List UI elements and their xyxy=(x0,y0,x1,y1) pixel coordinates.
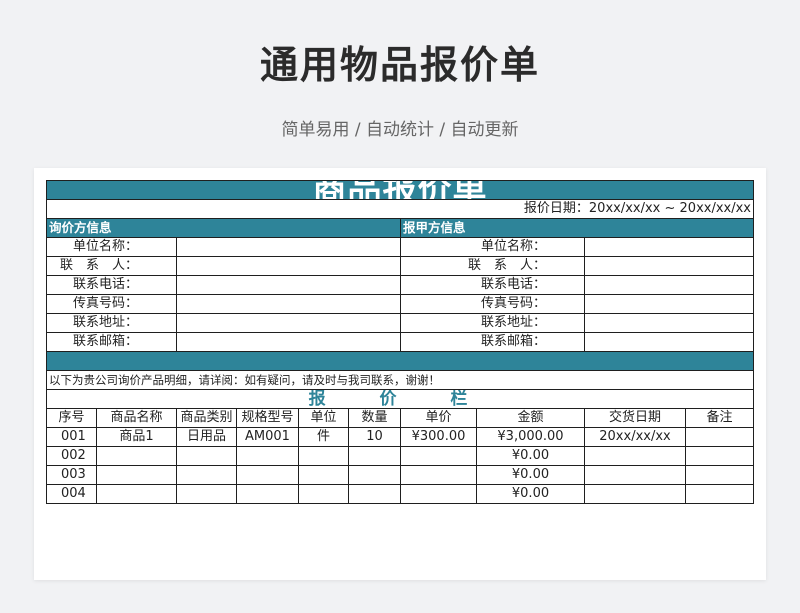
inquirer-field-label: 联系地址： xyxy=(46,313,177,333)
info-row: 联系邮箱： 联系邮箱： xyxy=(46,332,754,352)
table-cell[interactable] xyxy=(348,446,401,466)
info-row: 联系电话： 联系电话： xyxy=(46,275,754,295)
table-cell[interactable] xyxy=(685,465,754,485)
quoter-field-label: 单位名称： xyxy=(400,237,585,257)
table-cell[interactable]: AM001 xyxy=(236,427,299,447)
quoter-field-label: 联系邮箱： xyxy=(400,332,585,352)
table-cell[interactable] xyxy=(96,446,177,466)
table-cell[interactable] xyxy=(685,427,754,447)
sheet-banner-title: 商品报价单 xyxy=(46,180,754,200)
inquirer-field-label: 联系邮箱： xyxy=(46,332,177,352)
table-cell[interactable] xyxy=(298,446,349,466)
table-cell[interactable]: ¥0.00 xyxy=(476,446,585,466)
table-cell[interactable] xyxy=(685,446,754,466)
table-cell[interactable] xyxy=(584,484,686,504)
table-cell[interactable]: 件 xyxy=(298,427,349,447)
table-cell[interactable] xyxy=(400,484,477,504)
table-cell[interactable]: 日用品 xyxy=(176,427,237,447)
inquirer-field-label: 联系电话： xyxy=(46,275,177,295)
inquirer-field-value[interactable] xyxy=(176,275,401,295)
info-row: 传真号码： 传真号码： xyxy=(46,294,754,314)
inquirer-info-header: 询价方信息 xyxy=(46,218,401,238)
column-header: 规格型号 xyxy=(236,408,299,428)
quoter-field-label: 传真号码： xyxy=(400,294,585,314)
quoter-field-value[interactable] xyxy=(584,237,754,257)
spreadsheet-preview: 商品报价单 报价日期：20xx/xx/xx ~ 20xx/xx/xx 询价方信息… xyxy=(34,168,766,580)
quoter-field-value[interactable] xyxy=(584,294,754,314)
inquirer-field-label: 传真号码： xyxy=(46,294,177,314)
column-header: 商品名称 xyxy=(96,408,177,428)
table-row: 003 ¥0.00 xyxy=(46,465,754,485)
column-header-row: 序号 商品名称 商品类别 规格型号 单位 数量 单价 金额 交货日期 备注 xyxy=(46,408,754,428)
notice-text: 以下为贵公司询价产品明细，请详阅：如有疑问，请及时与我司联系，谢谢！ xyxy=(46,370,754,390)
table-cell[interactable] xyxy=(584,465,686,485)
table-cell[interactable]: ¥0.00 xyxy=(476,484,585,504)
column-header: 数量 xyxy=(348,408,401,428)
table-cell[interactable]: ¥3,000.00 xyxy=(476,427,585,447)
table-row: 004 ¥0.00 xyxy=(46,484,754,504)
quoter-field-value[interactable] xyxy=(584,332,754,352)
inquirer-field-value[interactable] xyxy=(176,313,401,333)
table-cell[interactable] xyxy=(236,465,299,485)
table-cell[interactable] xyxy=(584,446,686,466)
info-row: 单位名称： 单位名称： xyxy=(46,237,754,257)
table-cell[interactable] xyxy=(236,446,299,466)
quoter-field-label: 联系电话： xyxy=(400,275,585,295)
info-row: 联系地址： 联系地址： xyxy=(46,313,754,333)
quoter-field-label: 联 系 人： xyxy=(400,256,585,276)
inquirer-field-label: 单位名称： xyxy=(46,237,177,257)
table-cell[interactable]: 商品1 xyxy=(96,427,177,447)
table-cell[interactable] xyxy=(176,446,237,466)
inquirer-field-value[interactable] xyxy=(176,332,401,352)
table-cell[interactable] xyxy=(348,465,401,485)
quoter-field-label: 联系地址： xyxy=(400,313,585,333)
table-cell[interactable] xyxy=(236,484,299,504)
table-cell[interactable] xyxy=(298,465,349,485)
table-cell[interactable] xyxy=(96,484,177,504)
table-cell[interactable]: 003 xyxy=(46,465,97,485)
column-header: 备注 xyxy=(685,408,754,428)
column-header: 商品类别 xyxy=(176,408,237,428)
table-cell[interactable] xyxy=(400,446,477,466)
info-row: 联 系 人： 联 系 人： xyxy=(46,256,754,276)
table-cell[interactable] xyxy=(685,484,754,504)
quoter-info-header: 报甲方信息 xyxy=(400,218,754,238)
table-cell[interactable]: 001 xyxy=(46,427,97,447)
quoter-field-value[interactable] xyxy=(584,313,754,333)
column-header: 单价 xyxy=(400,408,477,428)
quote-sheet: 商品报价单 报价日期：20xx/xx/xx ~ 20xx/xx/xx 询价方信息… xyxy=(46,180,754,580)
page-title: 通用物品报价单 xyxy=(259,43,540,87)
quoter-field-value[interactable] xyxy=(584,275,754,295)
quote-date: 报价日期：20xx/xx/xx ~ 20xx/xx/xx xyxy=(46,199,754,219)
table-cell[interactable] xyxy=(298,484,349,504)
inquirer-field-value[interactable] xyxy=(176,294,401,314)
inquirer-field-label: 联 系 人： xyxy=(46,256,177,276)
table-cell[interactable] xyxy=(176,465,237,485)
column-header: 金额 xyxy=(476,408,585,428)
table-cell[interactable]: 20xx/xx/xx xyxy=(584,427,686,447)
table-cell[interactable] xyxy=(176,484,237,504)
quote-section-title: 报 价 栏 xyxy=(46,389,754,409)
table-cell[interactable] xyxy=(348,484,401,504)
table-cell[interactable] xyxy=(400,465,477,485)
page-subtitle: 简单易用 / 自动统计 / 自动更新 xyxy=(281,120,519,140)
table-row: 001 商品1 日用品 AM001 件 10 ¥300.00 ¥3,000.00 20xx/xx… xyxy=(46,427,754,447)
table-cell[interactable]: ¥0.00 xyxy=(476,465,585,485)
table-cell[interactable]: ¥300.00 xyxy=(400,427,477,447)
column-header: 序号 xyxy=(46,408,97,428)
table-row: 002 ¥0.00 xyxy=(46,446,754,466)
column-header: 交货日期 xyxy=(584,408,686,428)
quote-table: 商品报价单 报价日期：20xx/xx/xx ~ 20xx/xx/xx 询价方信息… xyxy=(46,180,754,504)
inquirer-field-value[interactable] xyxy=(176,256,401,276)
inquirer-field-value[interactable] xyxy=(176,237,401,257)
table-cell[interactable]: 002 xyxy=(46,446,97,466)
column-header: 单位 xyxy=(298,408,349,428)
section-divider xyxy=(46,351,754,371)
table-cell[interactable]: 10 xyxy=(348,427,401,447)
table-cell[interactable]: 004 xyxy=(46,484,97,504)
quoter-field-value[interactable] xyxy=(584,256,754,276)
table-cell[interactable] xyxy=(96,465,177,485)
